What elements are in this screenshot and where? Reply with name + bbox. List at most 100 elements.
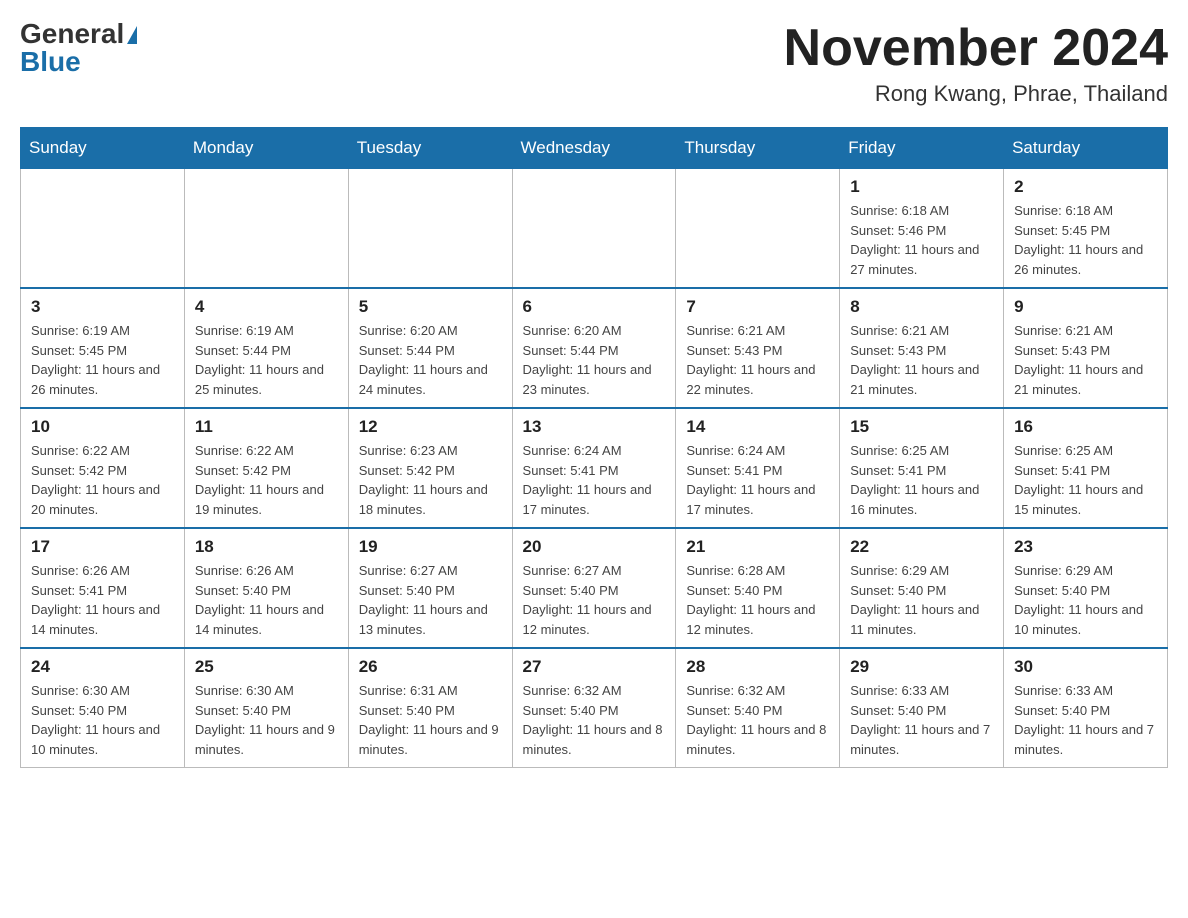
day-info: Sunrise: 6:27 AMSunset: 5:40 PMDaylight:… — [523, 561, 666, 639]
day-number: 7 — [686, 297, 829, 317]
day-number: 2 — [1014, 177, 1157, 197]
calendar-table: SundayMondayTuesdayWednesdayThursdayFrid… — [20, 127, 1168, 768]
day-number: 17 — [31, 537, 174, 557]
day-number: 20 — [523, 537, 666, 557]
day-number: 23 — [1014, 537, 1157, 557]
calendar-cell: 3Sunrise: 6:19 AMSunset: 5:45 PMDaylight… — [21, 288, 185, 408]
day-info: Sunrise: 6:20 AMSunset: 5:44 PMDaylight:… — [523, 321, 666, 399]
day-info: Sunrise: 6:27 AMSunset: 5:40 PMDaylight:… — [359, 561, 502, 639]
calendar-cell: 29Sunrise: 6:33 AMSunset: 5:40 PMDayligh… — [840, 648, 1004, 768]
logo-blue-text: Blue — [20, 48, 81, 76]
week-row-4: 17 Sunrise: 6:26 AMSunset: 5:41 PMDayligh… — [21, 528, 1168, 648]
day-info: Sunrise: 6:18 AMSunset: 5:45 PMDaylight:… — [1014, 201, 1157, 279]
day-info: Sunrise: 6:24 AMSunset: 5:41 PMDaylight:… — [523, 441, 666, 519]
day-number: 12 — [359, 417, 502, 437]
day-info: Sunrise: 6:29 AMSunset: 5:40 PMDaylight:… — [850, 561, 993, 639]
day-info: Sunrise: 6:33 AMSunset: 5:40 PMDaylight:… — [1014, 681, 1157, 759]
day-number: 15 — [850, 417, 993, 437]
day-info: Sunrise: 6:25 AMSunset: 5:41 PMDaylight:… — [850, 441, 993, 519]
calendar-cell: 26Sunrise: 6:31 AMSunset: 5:40 PMDayligh… — [348, 648, 512, 768]
day-info: Sunrise: 6:22 AMSunset: 5:42 PMDaylight:… — [31, 441, 174, 519]
day-number: 27 — [523, 657, 666, 677]
day-number: 16 — [1014, 417, 1157, 437]
calendar-cell: 9Sunrise: 6:21 AMSunset: 5:43 PMDaylight… — [1004, 288, 1168, 408]
day-number: 4 — [195, 297, 338, 317]
calendar-cell — [676, 169, 840, 289]
calendar-cell: 18Sunrise: 6:26 AMSunset: 5:40 PMDayligh… — [184, 528, 348, 648]
calendar-cell: 2 Sunrise: 6:18 AMSunset: 5:45 PMDaylight… — [1004, 169, 1168, 289]
day-number: 21 — [686, 537, 829, 557]
calendar-header-row: SundayMondayTuesdayWednesdayThursdayFrid… — [21, 128, 1168, 169]
logo-general-text: General — [20, 20, 124, 48]
day-info: Sunrise: 6:32 AMSunset: 5:40 PMDaylight:… — [523, 681, 666, 759]
title-block: November 2024 Rong Kwang, Phrae, Thailan… — [784, 20, 1168, 107]
calendar-cell: 16Sunrise: 6:25 AMSunset: 5:41 PMDayligh… — [1004, 408, 1168, 528]
day-info: Sunrise: 6:26 AMSunset: 5:40 PMDaylight:… — [195, 561, 338, 639]
col-header-thursday: Thursday — [676, 128, 840, 169]
day-number: 14 — [686, 417, 829, 437]
day-info: Sunrise: 6:23 AMSunset: 5:42 PMDaylight:… — [359, 441, 502, 519]
calendar-cell: 27 Sunrise: 6:32 AMSunset: 5:40 PMDayligh… — [512, 648, 676, 768]
calendar-cell: 30 Sunrise: 6:33 AMSunset: 5:40 PMDayligh… — [1004, 648, 1168, 768]
col-header-monday: Monday — [184, 128, 348, 169]
col-header-sunday: Sunday — [21, 128, 185, 169]
day-info: Sunrise: 6:24 AMSunset: 5:41 PMDaylight:… — [686, 441, 829, 519]
day-number: 3 — [31, 297, 174, 317]
calendar-cell: 6 Sunrise: 6:20 AMSunset: 5:44 PMDaylight… — [512, 288, 676, 408]
week-row-5: 24 Sunrise: 6:30 AMSunset: 5:40 PMDayligh… — [21, 648, 1168, 768]
day-info: Sunrise: 6:28 AMSunset: 5:40 PMDaylight:… — [686, 561, 829, 639]
calendar-cell: 19 Sunrise: 6:27 AMSunset: 5:40 PMDayligh… — [348, 528, 512, 648]
calendar-cell: 22 Sunrise: 6:29 AMSunset: 5:40 PMDayligh… — [840, 528, 1004, 648]
day-number: 25 — [195, 657, 338, 677]
day-number: 8 — [850, 297, 993, 317]
day-info: Sunrise: 6:21 AMSunset: 5:43 PMDaylight:… — [850, 321, 993, 399]
calendar-cell: 7Sunrise: 6:21 AMSunset: 5:43 PMDaylight… — [676, 288, 840, 408]
col-header-tuesday: Tuesday — [348, 128, 512, 169]
calendar-cell: 1 Sunrise: 6:18 AMSunset: 5:46 PMDaylight… — [840, 169, 1004, 289]
day-number: 22 — [850, 537, 993, 557]
day-info: Sunrise: 6:30 AMSunset: 5:40 PMDaylight:… — [31, 681, 174, 759]
calendar-cell: 17 Sunrise: 6:26 AMSunset: 5:41 PMDayligh… — [21, 528, 185, 648]
calendar-cell: 8 Sunrise: 6:21 AMSunset: 5:43 PMDaylight… — [840, 288, 1004, 408]
day-number: 10 — [31, 417, 174, 437]
day-number: 24 — [31, 657, 174, 677]
day-info: Sunrise: 6:30 AMSunset: 5:40 PMDaylight:… — [195, 681, 338, 759]
calendar-cell: 5 Sunrise: 6:20 AMSunset: 5:44 PMDaylight… — [348, 288, 512, 408]
calendar-cell — [348, 169, 512, 289]
calendar-cell — [21, 169, 185, 289]
col-header-saturday: Saturday — [1004, 128, 1168, 169]
day-number: 19 — [359, 537, 502, 557]
week-row-3: 10 Sunrise: 6:22 AMSunset: 5:42 PMDayligh… — [21, 408, 1168, 528]
day-number: 6 — [523, 297, 666, 317]
calendar-cell: 11Sunrise: 6:22 AMSunset: 5:42 PMDayligh… — [184, 408, 348, 528]
page-header: General Blue November 2024 Rong Kwang, P… — [20, 20, 1168, 107]
calendar-cell — [512, 169, 676, 289]
day-info: Sunrise: 6:29 AMSunset: 5:40 PMDaylight:… — [1014, 561, 1157, 639]
calendar-cell: 28Sunrise: 6:32 AMSunset: 5:40 PMDayligh… — [676, 648, 840, 768]
day-info: Sunrise: 6:18 AMSunset: 5:46 PMDaylight:… — [850, 201, 993, 279]
calendar-cell — [184, 169, 348, 289]
day-info: Sunrise: 6:26 AMSunset: 5:41 PMDaylight:… — [31, 561, 174, 639]
day-number: 30 — [1014, 657, 1157, 677]
calendar-cell: 15 Sunrise: 6:25 AMSunset: 5:41 PMDayligh… — [840, 408, 1004, 528]
day-info: Sunrise: 6:19 AMSunset: 5:44 PMDaylight:… — [195, 321, 338, 399]
calendar-cell: 23 Sunrise: 6:29 AMSunset: 5:40 PMDayligh… — [1004, 528, 1168, 648]
calendar-cell: 21 Sunrise: 6:28 AMSunset: 5:40 PMDayligh… — [676, 528, 840, 648]
col-header-friday: Friday — [840, 128, 1004, 169]
day-number: 5 — [359, 297, 502, 317]
day-info: Sunrise: 6:20 AMSunset: 5:44 PMDaylight:… — [359, 321, 502, 399]
calendar-cell: 12 Sunrise: 6:23 AMSunset: 5:42 PMDayligh… — [348, 408, 512, 528]
calendar-cell: 13 Sunrise: 6:24 AMSunset: 5:41 PMDayligh… — [512, 408, 676, 528]
day-number: 13 — [523, 417, 666, 437]
day-number: 29 — [850, 657, 993, 677]
location-title: Rong Kwang, Phrae, Thailand — [784, 81, 1168, 107]
calendar-cell: 20 Sunrise: 6:27 AMSunset: 5:40 PMDayligh… — [512, 528, 676, 648]
day-info: Sunrise: 6:21 AMSunset: 5:43 PMDaylight:… — [1014, 321, 1157, 399]
day-number: 11 — [195, 417, 338, 437]
calendar-cell: 14 Sunrise: 6:24 AMSunset: 5:41 PMDayligh… — [676, 408, 840, 528]
day-number: 1 — [850, 177, 993, 197]
day-info: Sunrise: 6:32 AMSunset: 5:40 PMDaylight:… — [686, 681, 829, 759]
day-number: 26 — [359, 657, 502, 677]
calendar-cell: 4 Sunrise: 6:19 AMSunset: 5:44 PMDaylight… — [184, 288, 348, 408]
logo: General Blue — [20, 20, 137, 76]
